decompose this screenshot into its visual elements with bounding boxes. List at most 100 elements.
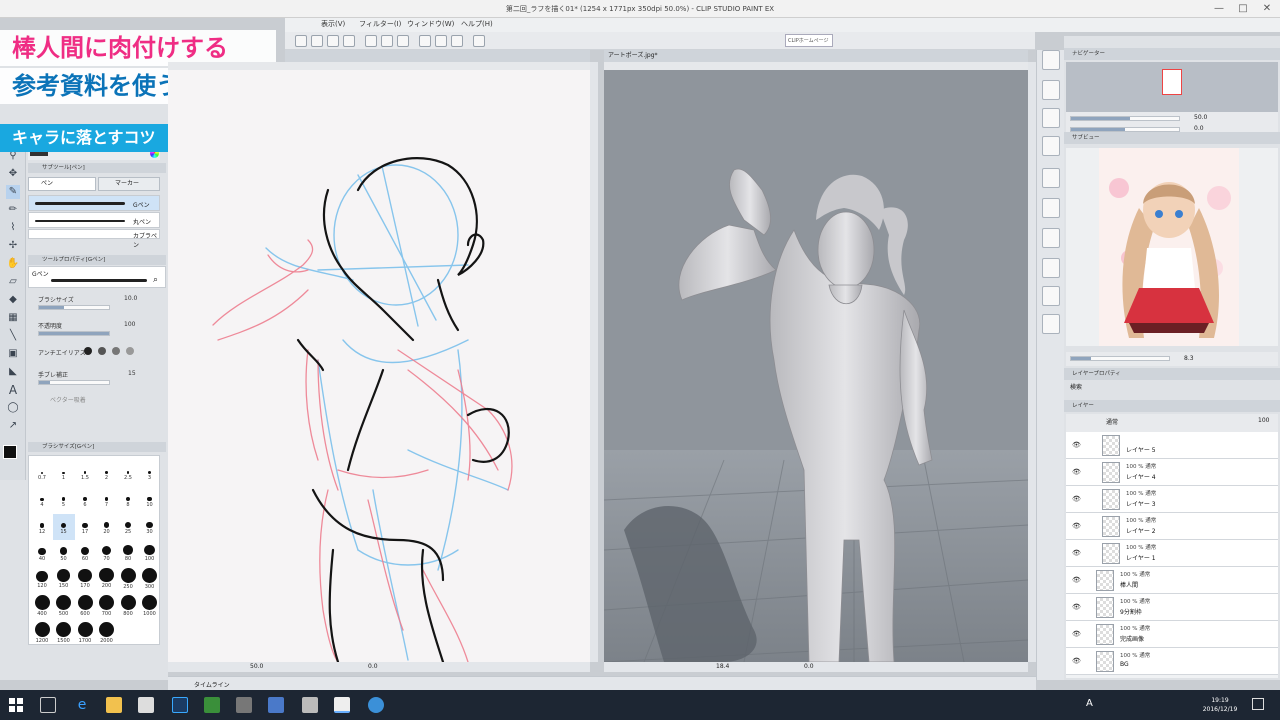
- brush-item-g-pen[interactable]: Gペン: [28, 195, 160, 211]
- layer-row[interactable]: 👁 100 % 通常 棒人間: [1066, 567, 1278, 594]
- opacity-slider[interactable]: [38, 331, 110, 336]
- ime-indicator[interactable]: A: [1086, 698, 1093, 709]
- airbrush-icon[interactable]: ✢: [6, 239, 20, 253]
- navigator-icon[interactable]: [1042, 50, 1060, 70]
- drawing-color-icon[interactable]: [473, 35, 485, 47]
- brush-size-cell[interactable]: 25: [117, 514, 139, 540]
- brush-item-kabura-pen[interactable]: カブラペン: [28, 229, 160, 249]
- layer-opacity[interactable]: 100: [1258, 417, 1269, 424]
- maximize-button[interactable]: □: [1232, 2, 1254, 16]
- app-icon-blue[interactable]: [268, 697, 284, 713]
- layer-row[interactable]: 👁 100 % 通常 BG: [1066, 648, 1278, 675]
- brush-size-cell[interactable]: 200: [96, 568, 118, 594]
- material-icon[interactable]: [1042, 136, 1060, 156]
- sub-view-panel[interactable]: [1066, 148, 1278, 346]
- minimize-button[interactable]: —: [1208, 2, 1230, 16]
- material-image-icon[interactable]: [1042, 198, 1060, 218]
- brush-size-cell[interactable]: 1000: [139, 595, 161, 621]
- brush-size-cell[interactable]: 10: [139, 487, 161, 513]
- reference-scrollbar[interactable]: [1028, 62, 1036, 662]
- pencil-tool-icon[interactable]: ✏: [6, 203, 20, 217]
- brush-size-cell[interactable]: 600: [74, 595, 96, 621]
- layer-row[interactable]: 👁 100 % 通常 レイヤー 4: [1066, 459, 1278, 486]
- brush-size-cell[interactable]: 250: [117, 568, 139, 594]
- search-icon[interactable]: ⌕: [153, 275, 158, 285]
- start-button[interactable]: [8, 697, 24, 713]
- brush-size-cell[interactable]: 1.5: [74, 460, 96, 486]
- tab-marker[interactable]: マーカー: [98, 177, 160, 191]
- balloon-icon[interactable]: ◯: [6, 401, 20, 415]
- brush-size-cell[interactable]: 120: [31, 568, 53, 594]
- app-icon-green[interactable]: [204, 697, 220, 713]
- brush-size-cell[interactable]: 20: [96, 514, 118, 540]
- menu-window[interactable]: ウィンドウ(W): [407, 19, 454, 29]
- zoom-value[interactable]: 50.0: [250, 663, 263, 670]
- brush-size-cell[interactable]: 300: [139, 568, 161, 594]
- edge-icon[interactable]: e: [74, 697, 90, 713]
- photoshop-icon[interactable]: [172, 697, 188, 713]
- transform-icon[interactable]: [295, 35, 307, 47]
- ruler-icon[interactable]: ◣: [6, 365, 20, 379]
- reference-zoom-value[interactable]: 18.4: [716, 663, 729, 670]
- antialias-options[interactable]: [84, 347, 156, 357]
- snap-grid-icon[interactable]: [435, 35, 447, 47]
- navigator-preview[interactable]: [1066, 62, 1278, 112]
- brush-size-cell[interactable]: 500: [53, 595, 75, 621]
- eye-icon[interactable]: 👁: [1072, 522, 1081, 530]
- brush-size-cell[interactable]: 5: [53, 487, 75, 513]
- reference-tab[interactable]: アートポーズ.jpg*: [604, 50, 1028, 62]
- menu-view[interactable]: 表示(V): [321, 19, 345, 29]
- timeline-tab[interactable]: タイムライン: [194, 680, 230, 689]
- brush-size-cell[interactable]: 400: [31, 595, 53, 621]
- brush-size-cell[interactable]: 80: [117, 541, 139, 567]
- brush-size-cell[interactable]: 2: [96, 460, 118, 486]
- material-pose-icon[interactable]: [1042, 314, 1060, 334]
- brush-size-cell[interactable]: 40: [31, 541, 53, 567]
- eye-icon[interactable]: 👁: [1072, 549, 1081, 557]
- prop-opacity-value[interactable]: 100: [124, 321, 135, 328]
- brush-size-cell[interactable]: 1: [53, 460, 75, 486]
- tab-pen[interactable]: ペン: [28, 177, 96, 191]
- sub-view-icon[interactable]: [1042, 80, 1060, 100]
- close-button[interactable]: ✕: [1256, 2, 1278, 16]
- layer-row[interactable]: 👁 100 % 通常 完成画像: [1066, 621, 1278, 648]
- brush-item-round-pen[interactable]: 丸ペン: [28, 212, 160, 228]
- material-3d-icon[interactable]: [1042, 228, 1060, 248]
- prop-stabilization-value[interactable]: 15: [128, 370, 136, 377]
- reference-angle-value[interactable]: 0.0: [804, 663, 814, 670]
- fill-icon[interactable]: ◆: [6, 293, 20, 307]
- select-all-icon[interactable]: [311, 35, 323, 47]
- brush-size-cell[interactable]: 15: [52, 514, 75, 540]
- prop-brush-size-value[interactable]: 10.0: [124, 295, 137, 302]
- eye-icon[interactable]: 👁: [1072, 468, 1081, 476]
- eye-icon[interactable]: 👁: [1072, 630, 1081, 638]
- angle-value[interactable]: 0.0: [368, 663, 378, 670]
- pen-tool-icon[interactable]: ✎: [6, 185, 20, 199]
- eye-icon[interactable]: 👁: [1072, 576, 1081, 584]
- cut-icon[interactable]: [365, 35, 377, 47]
- brush-size-cell[interactable]: 170: [74, 568, 96, 594]
- material-manga-icon[interactable]: [1042, 286, 1060, 306]
- brush-size-cell[interactable]: 150: [53, 568, 75, 594]
- drawing-canvas[interactable]: [168, 70, 590, 664]
- layer-property-icon[interactable]: [1042, 108, 1060, 128]
- brush-size-cell[interactable]: 0.7: [31, 460, 53, 486]
- brush-size-cell[interactable]: 12: [31, 514, 53, 540]
- brush-size-cell[interactable]: 1200: [31, 622, 53, 648]
- app-icon-gray[interactable]: [236, 697, 252, 713]
- brush-size-cell[interactable]: 2.5: [117, 460, 139, 486]
- text-icon[interactable]: A: [6, 383, 20, 397]
- eraser-icon[interactable]: ▱: [6, 275, 20, 289]
- brush-size-cell[interactable]: 700: [96, 595, 118, 621]
- brush-size-cell[interactable]: 4: [31, 487, 53, 513]
- brush-size-cell[interactable]: 2000: [96, 622, 118, 648]
- layer-row[interactable]: 👁 100 % 通常 レイヤー 3: [1066, 486, 1278, 513]
- snap-ruler-icon[interactable]: [419, 35, 431, 47]
- menu-filter[interactable]: フィルター(I): [359, 19, 401, 29]
- snap-special-icon[interactable]: [451, 35, 463, 47]
- homepage-button[interactable]: CLIPホームページ: [785, 34, 833, 47]
- clip-studio-icon[interactable]: [334, 697, 350, 713]
- file-explorer-icon[interactable]: [106, 697, 122, 713]
- canvas-tabs[interactable]: [285, 50, 590, 62]
- brush-size-cell[interactable]: 8: [117, 487, 139, 513]
